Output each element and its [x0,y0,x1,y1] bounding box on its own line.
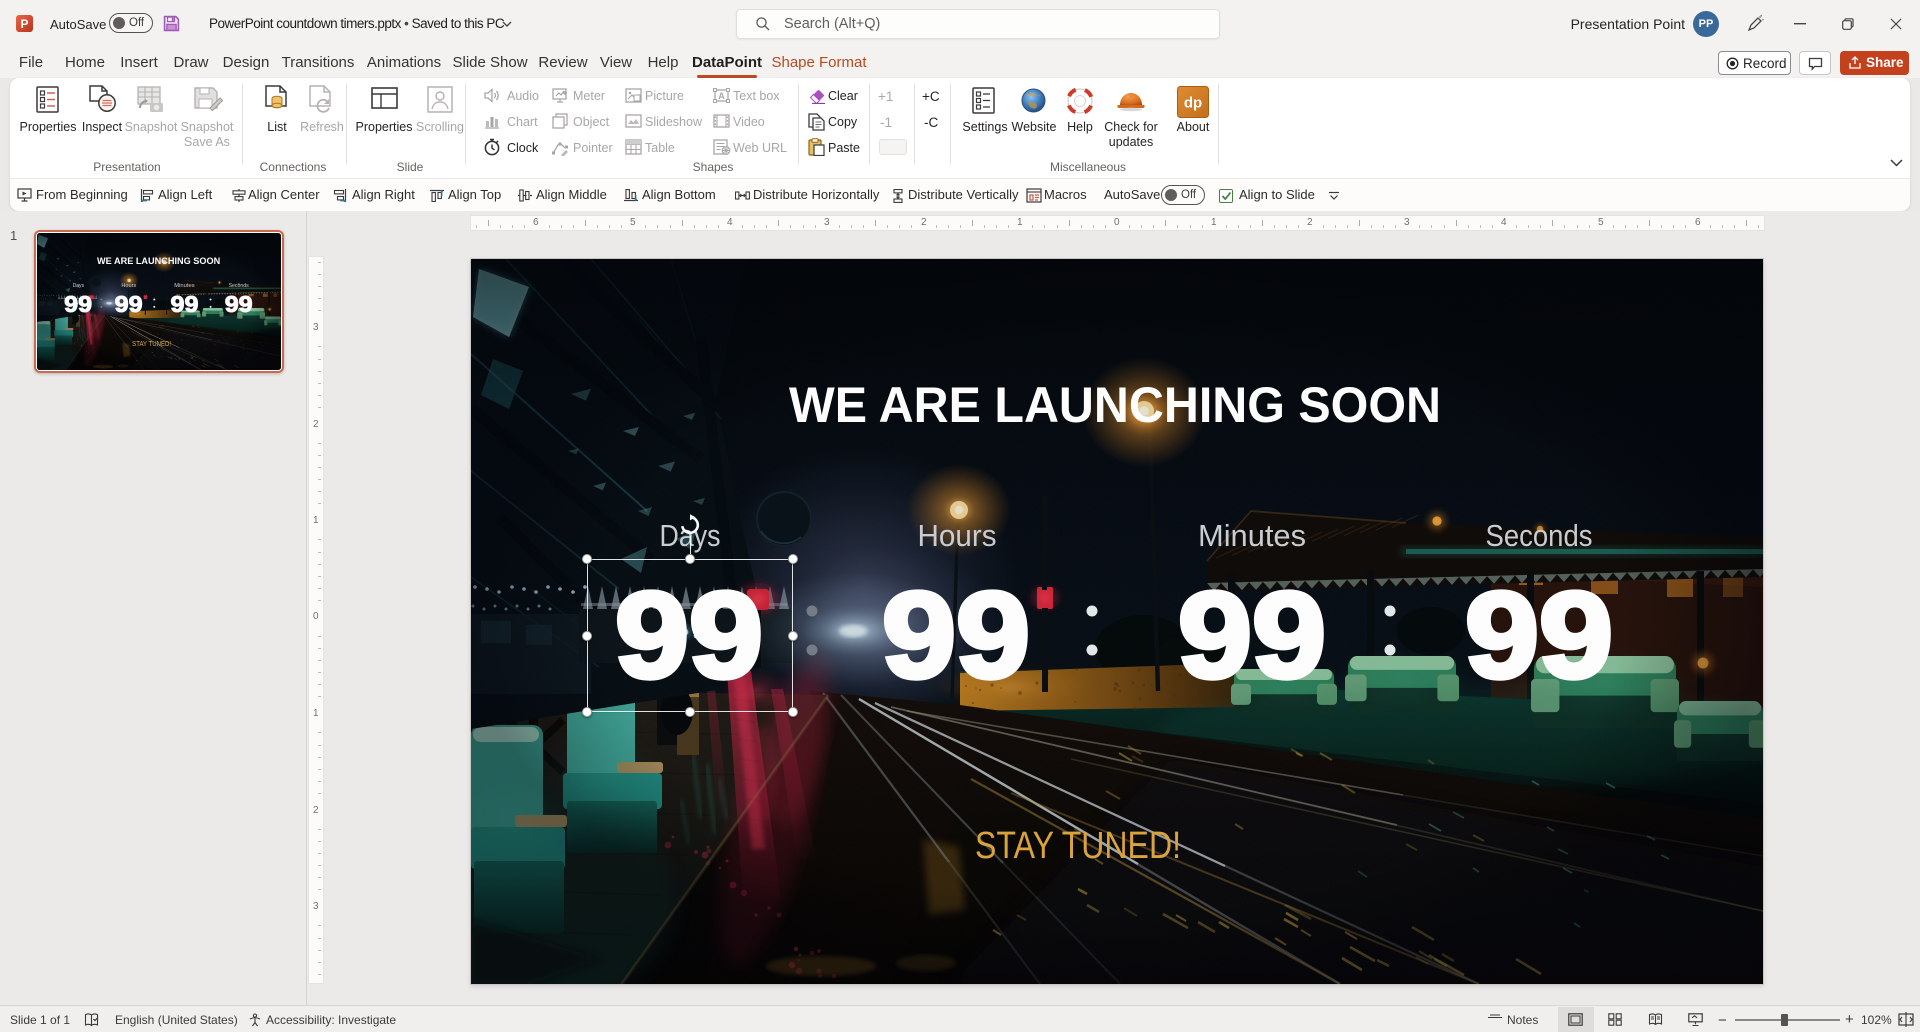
svg-text:dp: dp [1184,95,1202,112]
svg-text:A: A [718,91,725,101]
svg-text:P: P [20,17,28,31]
